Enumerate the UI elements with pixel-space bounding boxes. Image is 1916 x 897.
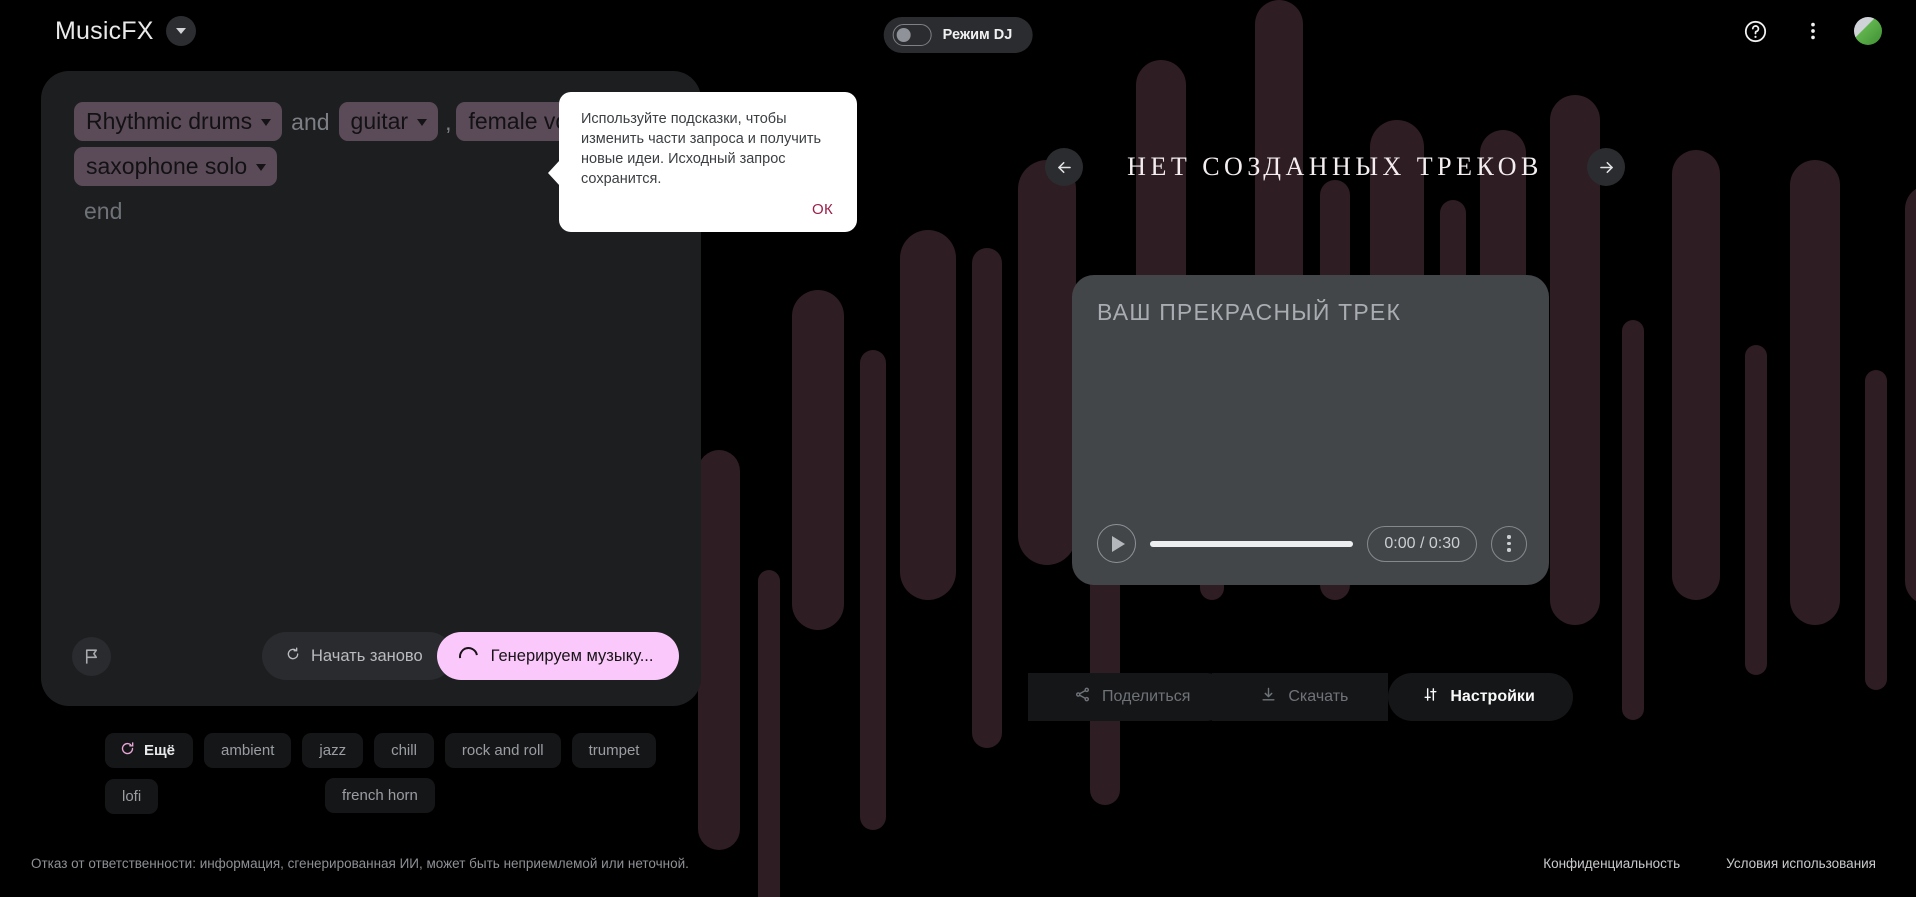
play-icon[interactable]: [1097, 524, 1136, 563]
generate-label: Генерируем музыку...: [490, 646, 654, 665]
spinner-icon: [454, 642, 482, 670]
share-label: Поделиться: [1102, 688, 1191, 705]
hint-tooltip: Используйте подсказки, чтобы изменить ча…: [548, 92, 857, 232]
suggestion-chip-french-horn[interactable]: french horn: [325, 778, 435, 813]
download-icon: [1260, 686, 1277, 708]
tracks-header: НЕТ СОЗДАННЫХ ТРЕКОВ: [1045, 148, 1625, 186]
dj-mode-toggle[interactable]: Режим DJ: [883, 17, 1033, 53]
waveform-bar: [1745, 345, 1767, 675]
waveform-bar: [1672, 150, 1720, 600]
prompt-chip-rhythmic-drums[interactable]: Rhythmic drums: [74, 102, 283, 141]
track-name: ВАШ ПРЕКРАСНЫЙ ТРЕК: [1097, 299, 1402, 325]
brand-title: MusicFX: [55, 16, 154, 45]
top-actions: [1738, 14, 1882, 48]
footer: Отказ от ответственности: информация, сг…: [0, 839, 1916, 897]
footer-link-privacy[interactable]: Конфиденциальность: [1543, 856, 1680, 871]
prompt-actions: Начать заново Генерируем музыку...: [262, 632, 680, 680]
dj-mode-switch[interactable]: [892, 24, 932, 46]
audio-player: 0:00 / 0:30: [1097, 524, 1527, 563]
brand: MusicFX: [55, 16, 196, 46]
prompt-chip-guitar[interactable]: guitar: [338, 102, 439, 141]
waveform-bar: [1018, 160, 1076, 565]
waveform-bar: [972, 248, 1002, 748]
suggestion-more-button[interactable]: Ещё: [105, 733, 194, 768]
sliders-icon: [1422, 686, 1439, 708]
waveform-bar: [900, 230, 956, 600]
suggestion-chip-chill[interactable]: chill: [374, 733, 434, 768]
restart-label: Начать заново: [311, 646, 423, 665]
waveform-bar: [1790, 160, 1840, 625]
share-icon: [1074, 686, 1091, 708]
suggestion-more-label: Ещё: [144, 742, 176, 759]
footer-link-terms[interactable]: Условия использования: [1726, 856, 1876, 871]
chevron-down-icon[interactable]: [165, 16, 196, 46]
settings-label: Настройки: [1450, 688, 1535, 705]
arrow-right-icon[interactable]: [1587, 148, 1625, 186]
prompt-end-word: end: [84, 198, 123, 224]
prompt-chip-label: Rhythmic drums: [86, 108, 253, 134]
help-circle-icon[interactable]: [1738, 14, 1772, 48]
refresh-icon: [120, 741, 135, 760]
share-button[interactable]: Поделиться: [1028, 673, 1231, 721]
restart-icon: [285, 646, 301, 667]
top-bar: MusicFX Режим DJ: [0, 0, 1916, 72]
track-actions: Поделиться Скачать Настройки: [1028, 673, 1573, 721]
suggestion-chip-lofi[interactable]: lofi: [105, 779, 159, 814]
prompt-chip-label: guitar: [350, 108, 409, 134]
user-avatar[interactable]: [1854, 17, 1882, 45]
hint-tooltip-ok-button[interactable]: ОК: [812, 201, 833, 218]
arrow-left-icon[interactable]: [1045, 148, 1083, 186]
waveform-bar: [860, 350, 886, 830]
download-label: Скачать: [1288, 688, 1349, 705]
suggestion-chip-trumpet[interactable]: trumpet: [571, 733, 657, 768]
suggestion-chip-jazz[interactable]: jazz: [302, 733, 364, 768]
waveform-bar: [792, 290, 844, 630]
waveform-bar: [1905, 185, 1916, 605]
more-vertical-icon[interactable]: [1796, 14, 1830, 48]
suggestion-chips-row-2: french horn: [325, 778, 435, 813]
chevron-down-icon: [417, 119, 428, 126]
chevron-down-icon: [256, 164, 267, 171]
restart-button[interactable]: Начать заново: [262, 632, 453, 680]
prompt-connector-and: and: [291, 108, 330, 135]
time-display: 0:00 / 0:30: [1367, 525, 1477, 562]
prompt-chip-label: saxophone solo: [86, 153, 248, 179]
chevron-down-icon: [261, 119, 272, 126]
dj-mode-label: Режим DJ: [942, 27, 1013, 43]
footer-disclaimer: Отказ от ответственности: информация, сг…: [31, 856, 689, 871]
generate-button[interactable]: Генерируем музыку...: [436, 632, 680, 680]
track-card: ВАШ ПРЕКРАСНЫЙ ТРЕК 0:00 / 0:30: [1072, 275, 1549, 585]
waveform-bar: [1865, 370, 1887, 690]
tracks-header-title: НЕТ СОЗДАННЫХ ТРЕКОВ: [1127, 152, 1543, 181]
prompt-connector-comma-1: ,: [445, 108, 452, 135]
prompt-chip-saxophone-solo[interactable]: saxophone solo: [74, 147, 278, 186]
musicfx-app: MusicFX Режим DJ Rhythmic drums and guit…: [0, 0, 1916, 897]
footer-links: Конфиденциальность Условия использования: [1543, 856, 1876, 871]
more-vertical-icon[interactable]: [1491, 525, 1527, 562]
progress-bar[interactable]: [1150, 540, 1354, 547]
settings-button[interactable]: Настройки: [1388, 673, 1573, 721]
hint-tooltip-text: Используйте подсказки, чтобы изменить ча…: [581, 111, 822, 187]
suggestion-chip-ambient[interactable]: ambient: [204, 733, 292, 768]
waveform-bar: [698, 450, 740, 850]
suggestion-chip-rock-and-roll[interactable]: rock and roll: [444, 733, 561, 768]
flag-icon[interactable]: [72, 637, 111, 676]
download-button[interactable]: Скачать: [1212, 673, 1389, 721]
waveform-bar: [1622, 320, 1644, 720]
